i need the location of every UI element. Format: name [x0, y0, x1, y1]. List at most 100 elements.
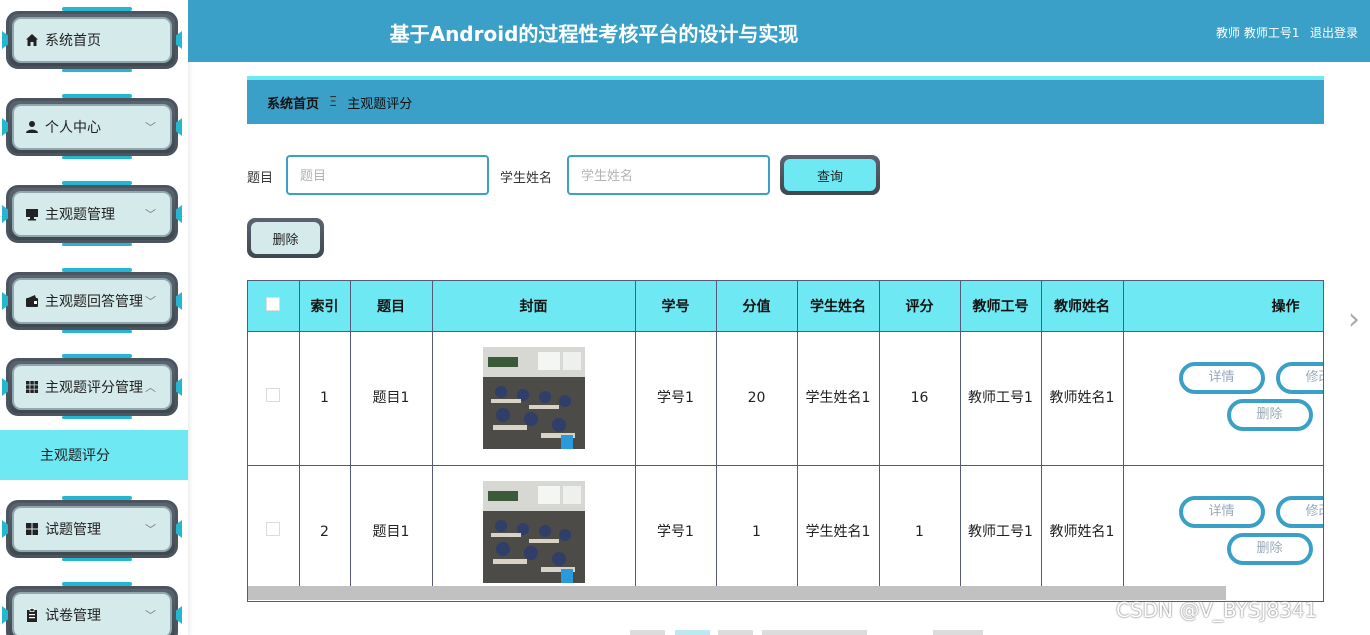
sidebar-item-answer-management[interactable]: 主观题回答管理 ﹀: [2, 266, 182, 336]
chevron-down-icon: ﹀: [145, 609, 156, 622]
sidebar-item-label: 系统首页: [45, 33, 101, 49]
menu-accent: [62, 69, 132, 72]
sidebar-item-label: 主观题回答管理: [45, 294, 143, 310]
apps-icon: [24, 521, 40, 537]
chevron-right-icon[interactable]: ›: [1348, 302, 1360, 337]
watermark: CSDN @V_BYSJ8341: [1116, 598, 1318, 622]
title-search-label: 题目: [247, 171, 274, 186]
cover-cell: [432, 464, 636, 599]
menu-accent: [62, 416, 132, 419]
home-icon: [24, 32, 40, 48]
title-search-input[interactable]: [286, 155, 489, 195]
menu-accent: [62, 330, 132, 333]
row-checkbox[interactable]: [266, 522, 281, 537]
student-name-cell: 学生姓名1: [797, 330, 880, 465]
select-all-cell: [248, 281, 300, 331]
title-cell: 题目1: [350, 330, 433, 465]
teacher-id-cell: 教师工号1: [960, 464, 1042, 599]
chevron-down-icon: ﹀: [145, 208, 156, 221]
chevron-down-icon: ﹀: [145, 523, 156, 536]
column-header: 分值: [716, 281, 798, 331]
column-header: 教师工号: [960, 281, 1042, 331]
detail-button[interactable]: 详情: [1178, 495, 1265, 528]
table-row: 2 题目1 学号1 1 学生姓名1 1 教师工号1 教师姓名1 详情 修 删除: [248, 464, 1323, 599]
current-user: 教师 教师工号1: [1216, 26, 1300, 40]
menu-accent: [62, 243, 132, 246]
chevron-down-icon: ﹀: [145, 295, 156, 308]
table-row: 1 题目1 学号1 20 学生姓名1 16 教师工号1 教师姓名1 详情 修 删…: [248, 330, 1323, 465]
index-cell: 2: [299, 464, 351, 599]
grid-icon: [24, 379, 40, 395]
column-header: 题目: [350, 281, 433, 331]
sidebar-item-question-management[interactable]: 试题管理 ﹀: [2, 494, 182, 564]
pagination-hint: [933, 630, 983, 635]
student-name-cell: 学生姓名1: [797, 464, 880, 599]
pagination-hint: [630, 630, 665, 635]
actions-cell: 详情 修改 删除: [1123, 464, 1323, 599]
index-cell: 1: [299, 330, 351, 465]
data-table: 索引 题目 封面 学号 分值 学生姓名 评分 教师工号 教师姓名 操作 1 题目…: [247, 280, 1324, 602]
batch-delete-button[interactable]: 删除: [247, 218, 324, 258]
sidebar: 系统首页 个人中心 ﹀ 主观题管理 ﹀ 主观题回答管理 ﹀ 主观题评分管理 ︿ …: [0, 0, 188, 635]
breadcrumb-home[interactable]: 系统首页: [267, 93, 319, 112]
score-cell: 1: [879, 464, 961, 599]
student-id-cell: 学号1: [635, 464, 717, 599]
logout-link[interactable]: 退出登录: [1310, 24, 1358, 41]
checkbox-cell: [248, 330, 300, 465]
menu-inner: 主观题评分管理 ︿: [12, 364, 172, 410]
column-header: 教师姓名: [1041, 281, 1124, 331]
sidebar-item-home[interactable]: 系统首页: [2, 5, 182, 75]
row-checkbox[interactable]: [266, 388, 281, 402]
top-header: 基于Android的过程性考核平台的设计与实现 教师 教师工号1 退出登录: [188, 0, 1370, 62]
delete-row-button[interactable]: 删除: [1226, 532, 1313, 565]
menu-inner: 主观题回答管理 ﹀: [12, 278, 172, 324]
column-header: 学号: [635, 281, 717, 331]
sidebar-item-scoring-management[interactable]: 主观题评分管理 ︿: [2, 352, 182, 422]
pagination-hint: [718, 630, 753, 635]
horizontal-scrollbar[interactable]: [248, 586, 1226, 600]
menu-accent: [62, 156, 132, 159]
delete-row-button[interactable]: 删除: [1226, 398, 1313, 431]
menu-inner: 系统首页: [12, 17, 172, 63]
user-icon: [24, 119, 40, 135]
submenu-item-subjective-scoring[interactable]: 主观题评分: [0, 430, 188, 480]
chevron-down-icon: ﹀: [145, 121, 156, 134]
app-root: 系统首页 个人中心 ﹀ 主观题管理 ﹀ 主观题回答管理 ﹀ 主观题评分管理 ︿ …: [0, 0, 1370, 635]
student-search-input[interactable]: [567, 155, 770, 195]
sidebar-item-personal-center[interactable]: 个人中心 ﹀: [2, 92, 182, 162]
student-search-label: 学生姓名: [500, 171, 553, 186]
column-header: 学生姓名: [797, 281, 880, 331]
cover-cell: [432, 330, 636, 465]
sidebar-item-label: 试题管理: [45, 522, 101, 538]
sidebar-item-exam-management[interactable]: 试卷管理 ﹀: [2, 580, 182, 635]
table-header-row: 索引 题目 封面 学号 分值 学生姓名 评分 教师工号 教师姓名 操作: [248, 281, 1323, 331]
table: 索引 题目 封面 学号 分值 学生姓名 评分 教师工号 教师姓名 操作 1 题目…: [248, 281, 1323, 599]
sidebar-item-subjective-management[interactable]: 主观题管理 ﹀: [2, 179, 182, 249]
edit-button[interactable]: 修改: [1275, 361, 1323, 394]
teacher-id-cell: 教师工号1: [960, 330, 1042, 465]
breadcrumb-current: 主观题评分: [347, 96, 413, 112]
column-header: 索引: [299, 281, 351, 331]
detail-button[interactable]: 详情: [1178, 361, 1265, 394]
breadcrumb-separator: Ξ: [329, 94, 338, 110]
menu-inner: 试卷管理 ﹀: [12, 592, 172, 635]
actions-cell: 详情 修改 删除: [1123, 330, 1323, 465]
menu-inner: 主观题管理 ﹀: [12, 191, 172, 237]
teacher-name-cell: 教师姓名1: [1041, 330, 1124, 465]
query-button-label: 查询: [784, 159, 876, 191]
column-header: 封面: [432, 281, 636, 331]
cover-image: [482, 347, 585, 449]
app-title: 基于Android的过程性考核平台的设计与实现: [389, 22, 799, 46]
query-button[interactable]: 查询: [780, 155, 880, 195]
menu-inner: 试题管理 ﹀: [12, 506, 172, 552]
score-cell: 16: [879, 330, 961, 465]
batch-delete-label: 删除: [251, 222, 320, 254]
edit-button[interactable]: 修改: [1275, 495, 1323, 528]
title-cell: 题目1: [350, 464, 433, 599]
column-header: 操作: [1123, 281, 1323, 331]
cover-image: [482, 481, 585, 584]
sidebar-item-label: 试卷管理: [45, 608, 101, 624]
menu-accent: [62, 558, 132, 561]
column-header: 评分: [879, 281, 961, 331]
select-all-checkbox[interactable]: [266, 296, 281, 311]
